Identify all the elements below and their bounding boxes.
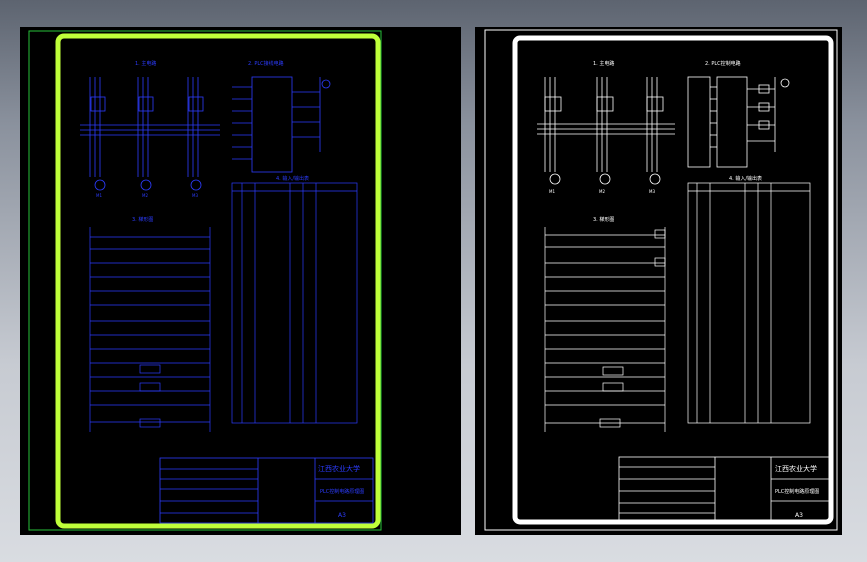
left-ladder-diagram (89, 227, 211, 432)
left-label-plc-io: 2. PLC接线电路 (248, 60, 284, 67)
right-motor-label-2: M2 (599, 189, 605, 194)
right-title-block-drawing: PLC控制电路原理图 (775, 488, 819, 495)
left-title-block-drawing: PLC控制电路原理图 (320, 488, 364, 495)
right-motor-label-1: M1 (549, 189, 555, 194)
left-sheet-number: A3 (338, 512, 346, 519)
right-outer-frame (484, 29, 838, 531)
right-label-main-circuit: 1. 主电路 (593, 60, 614, 67)
right-title-block-school: 江西农业大学 (775, 464, 817, 473)
left-label-io-table: 4. 输入/输出表 (276, 175, 309, 182)
left-label-main-circuit: 1. 主电路 (135, 60, 156, 67)
drawing-sheet-right[interactable]: 1. 主电路 2. PLC控制电路 3. 梯形图 4. 输入/输出表 M1 M2… (475, 27, 842, 535)
left-io-table (231, 182, 358, 424)
right-label-io-table: 4. 输入/输出表 (729, 175, 762, 182)
drawing-sheet-left[interactable]: 1. 主电路 2. PLC接线电路 3. 梯形图 4. 输入/输出表 M1 M2… (20, 27, 461, 535)
left-inner-frame (55, 33, 381, 529)
left-label-ladder: 3. 梯形图 (132, 216, 153, 223)
right-inner-frame (512, 35, 834, 525)
left-motor-label-2: M2 (142, 193, 148, 198)
left-motor-label-3: M3 (192, 193, 198, 198)
left-sheet-drawing: 1. 主电路 2. PLC接线电路 3. 梯形图 4. 输入/输出表 M1 M2… (28, 30, 382, 531)
right-label-plc-io: 2. PLC控制电路 (705, 60, 741, 67)
right-motor-label-3: M3 (649, 189, 655, 194)
left-motor-label-1: M1 (96, 193, 102, 198)
right-main-circuit (537, 77, 675, 185)
left-title-block-school: 江西农业大学 (318, 464, 360, 473)
left-outer-frame (28, 30, 382, 531)
right-ladder-diagram (544, 227, 666, 432)
right-plc-wiring (687, 76, 790, 168)
right-sheet-number: A3 (795, 512, 803, 519)
left-plc-wiring (232, 76, 331, 173)
right-sheet-drawing: 1. 主电路 2. PLC控制电路 3. 梯形图 4. 输入/输出表 M1 M2… (484, 29, 838, 531)
left-main-circuit (80, 77, 220, 191)
right-label-ladder: 3. 梯形图 (593, 216, 614, 223)
right-io-table (687, 182, 811, 424)
